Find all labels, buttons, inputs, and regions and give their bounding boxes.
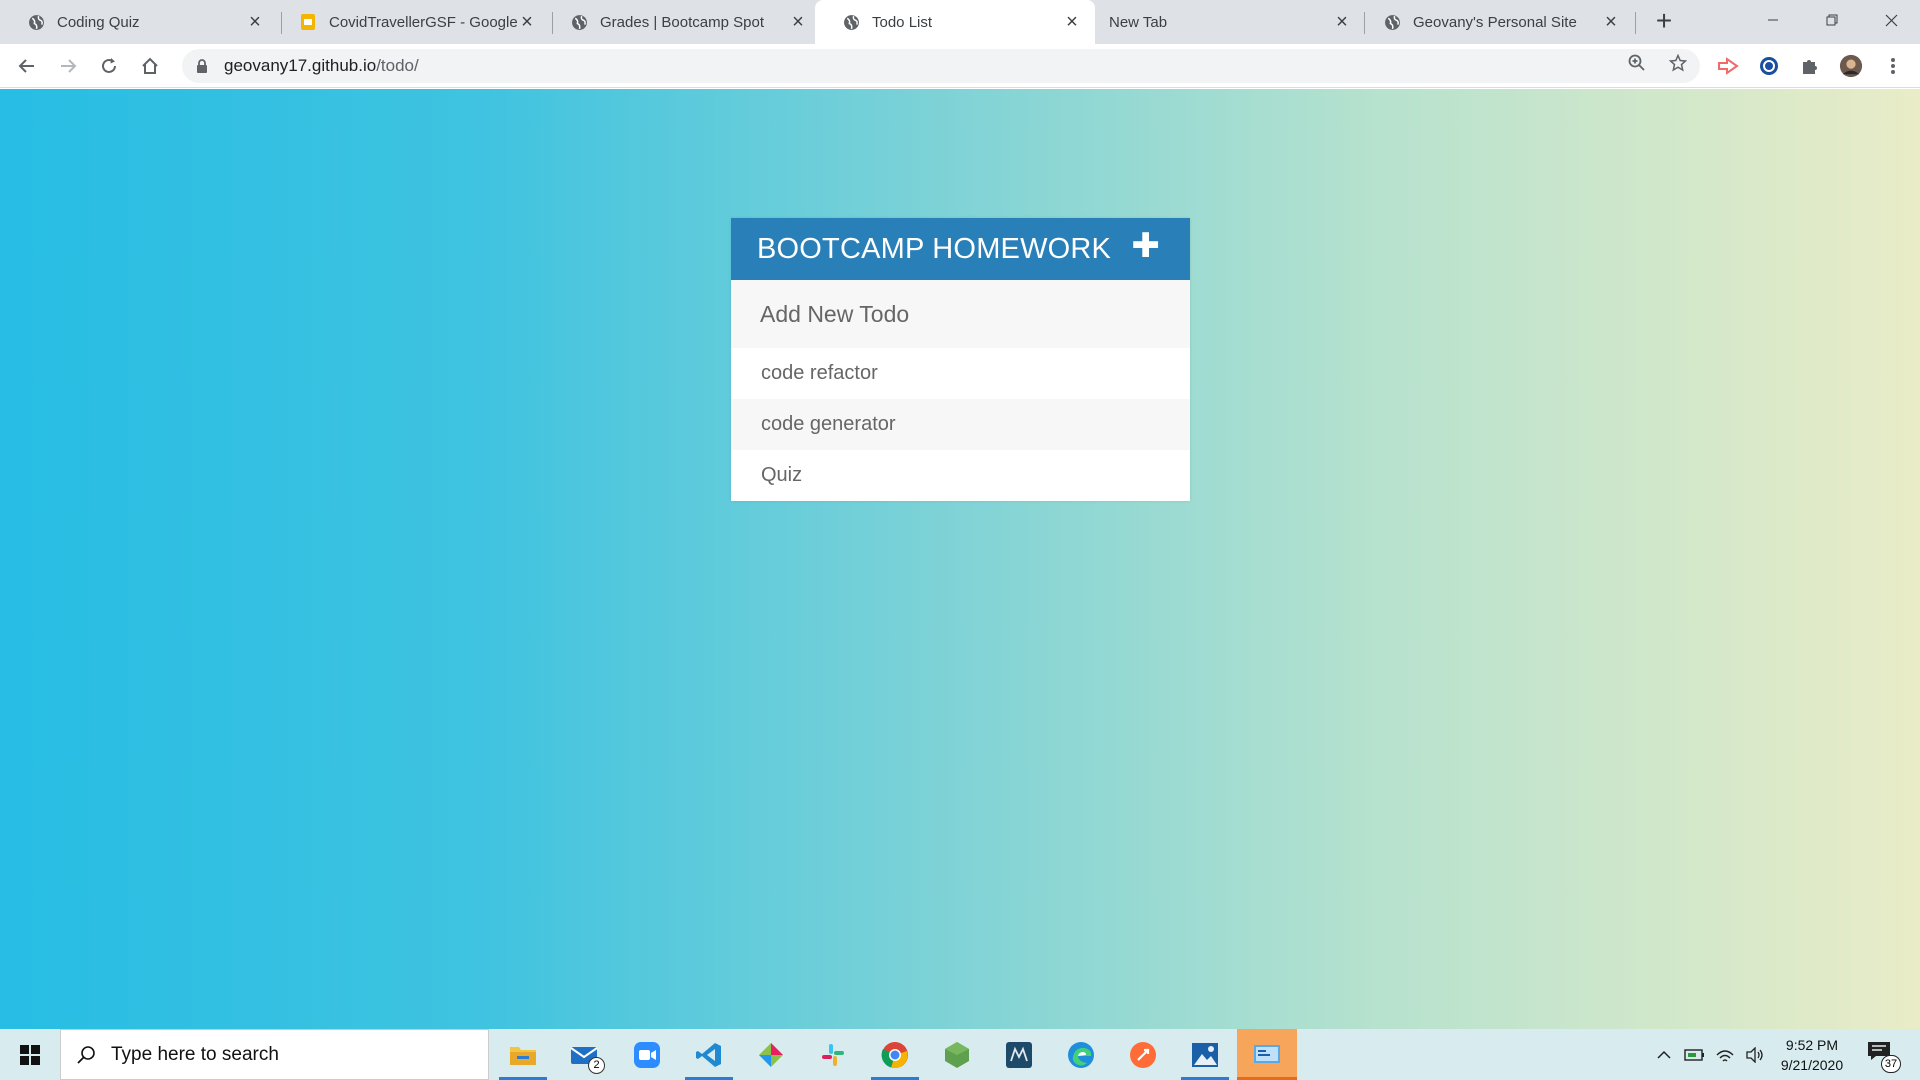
wifi-icon[interactable] — [1712, 1029, 1738, 1080]
home-button[interactable] — [134, 50, 166, 82]
plus-icon[interactable]: ✚ — [1132, 229, 1161, 263]
taskbar: 2 9:52 PM 9/21/2020 — [0, 1029, 1920, 1080]
avatar[interactable] — [1839, 54, 1863, 78]
notification-icon[interactable]: 37 — [1866, 1039, 1901, 1073]
star-icon[interactable] — [1668, 53, 1688, 73]
todo-container: BOOTCAMP HOMEWORK ✚ code refactor code g… — [731, 218, 1190, 501]
close-icon[interactable]: × — [789, 12, 807, 32]
url-host: geovany17.github.io — [224, 56, 377, 75]
menu-kebab-icon[interactable] — [1881, 54, 1905, 78]
extensions-puzzle-icon[interactable] — [1798, 54, 1822, 78]
mail-badge: 2 — [588, 1057, 605, 1074]
close-icon[interactable]: × — [246, 12, 264, 32]
tab-title: CovidTravellerGSF - Google — [329, 13, 518, 31]
minimize-button[interactable] — [1744, 0, 1802, 40]
globe-icon — [842, 13, 860, 31]
tab-todo-list[interactable]: Todo List × — [815, 0, 1095, 44]
tab-title: Grades | Bootcamp Spot — [600, 13, 764, 31]
todo-list: code refactor code generator Quiz — [731, 348, 1190, 501]
mail-icon[interactable]: 2 — [555, 1029, 615, 1080]
nodejs-icon[interactable] — [927, 1029, 987, 1080]
zoom-app-icon[interactable] — [617, 1029, 677, 1080]
todo-header: BOOTCAMP HOMEWORK ✚ — [731, 218, 1190, 280]
tab-strip: Coding Quiz × CovidTravellerGSF - Google… — [0, 0, 1920, 44]
browser-toolbar: geovany17.github.io/todo/ — [0, 44, 1920, 88]
chrome-icon[interactable] — [865, 1029, 925, 1080]
tab-title: New Tab — [1109, 13, 1168, 31]
tab-personal-site[interactable]: Geovany's Personal Site × — [1356, 0, 1634, 44]
tab-title: Coding Quiz — [57, 13, 140, 31]
reload-button[interactable] — [93, 50, 125, 82]
close-window-button[interactable] — [1862, 0, 1920, 40]
search-input[interactable] — [111, 1043, 451, 1066]
file-explorer-icon[interactable] — [493, 1029, 553, 1080]
address-bar[interactable]: geovany17.github.io/todo/ — [182, 49, 1700, 83]
tab-title: Geovany's Personal Site — [1413, 13, 1577, 31]
clock-time: 9:52 PM — [1785, 1037, 1839, 1053]
chevron-up-icon[interactable] — [1652, 1029, 1676, 1080]
taskbar-clock[interactable]: 9:52 PM 9/21/2020 — [1770, 1035, 1854, 1075]
page-viewport: BOOTCAMP HOMEWORK ✚ code refactor code g… — [0, 89, 1920, 1029]
close-icon[interactable]: × — [518, 12, 536, 32]
extension-arrow-icon[interactable] — [1716, 54, 1740, 78]
url-path: /todo/ — [376, 56, 419, 75]
tab-separator — [1635, 12, 1636, 34]
globe-icon — [570, 13, 588, 31]
restore-button[interactable] — [1803, 0, 1861, 40]
taskbar-search[interactable] — [60, 1029, 489, 1080]
volume-icon[interactable] — [1742, 1029, 1768, 1080]
slides-icon — [299, 13, 317, 31]
close-icon[interactable]: × — [1602, 12, 1620, 32]
forward-button[interactable] — [52, 50, 84, 82]
gitkraken-icon[interactable] — [741, 1029, 801, 1080]
mysql-workbench-icon[interactable] — [989, 1029, 1049, 1080]
todo-item[interactable]: Quiz — [731, 450, 1190, 501]
tab-new-tab[interactable]: New Tab × — [1095, 0, 1365, 44]
postman-icon[interactable] — [1113, 1029, 1173, 1080]
photos-icon[interactable] — [1175, 1029, 1235, 1080]
search-icon — [75, 1044, 97, 1066]
globe-icon — [27, 13, 45, 31]
tab-covidtraveller[interactable]: CovidTravellerGSF - Google × — [272, 0, 550, 44]
tab-coding-quiz[interactable]: Coding Quiz × — [0, 0, 278, 44]
close-icon[interactable]: × — [1333, 12, 1351, 32]
extension-circle-icon[interactable] — [1757, 54, 1781, 78]
lock-icon[interactable] — [196, 58, 210, 74]
new-tab-button[interactable]: + — [1650, 7, 1678, 36]
url-text: geovany17.github.io/todo/ — [224, 56, 419, 76]
notification-count: 37 — [1881, 1055, 1901, 1073]
new-todo-input[interactable] — [731, 280, 1190, 348]
vscode-icon[interactable] — [679, 1029, 739, 1080]
globe-icon — [1383, 13, 1401, 31]
tab-grades[interactable]: Grades | Bootcamp Spot × — [543, 0, 821, 44]
control-panel-icon[interactable] — [1237, 1029, 1297, 1080]
windows-start-icon[interactable] — [0, 1029, 60, 1080]
close-icon[interactable]: × — [1063, 12, 1081, 32]
edge-icon[interactable] — [1051, 1029, 1111, 1080]
todo-item[interactable]: code refactor — [731, 348, 1190, 399]
todo-item[interactable]: code generator — [731, 399, 1190, 450]
zoom-icon[interactable] — [1627, 53, 1647, 73]
back-button[interactable] — [11, 50, 43, 82]
battery-icon[interactable] — [1682, 1029, 1708, 1080]
tab-title: Todo List — [872, 13, 933, 31]
todo-title: BOOTCAMP HOMEWORK — [757, 232, 1112, 265]
slack-icon[interactable] — [803, 1029, 863, 1080]
clock-date: 9/21/2020 — [1780, 1057, 1844, 1073]
